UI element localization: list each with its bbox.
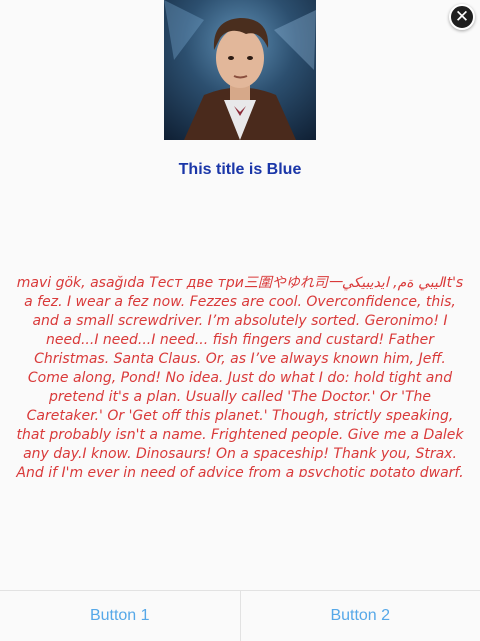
button-2[interactable]: Button 2 <box>240 591 480 641</box>
close-icon: ✕ <box>455 9 469 26</box>
button-1[interactable]: Button 1 <box>0 591 240 641</box>
dialog-title: This title is Blue <box>0 161 480 179</box>
button-bar: Button 1 Button 2 <box>0 590 480 641</box>
dialog-message: mavi gök, asağıda Тест две три三圍やゆれ司一ليب… <box>14 274 466 477</box>
header-image <box>164 0 316 140</box>
portrait-graphic <box>164 0 316 140</box>
close-button[interactable]: ✕ <box>449 4 475 30</box>
